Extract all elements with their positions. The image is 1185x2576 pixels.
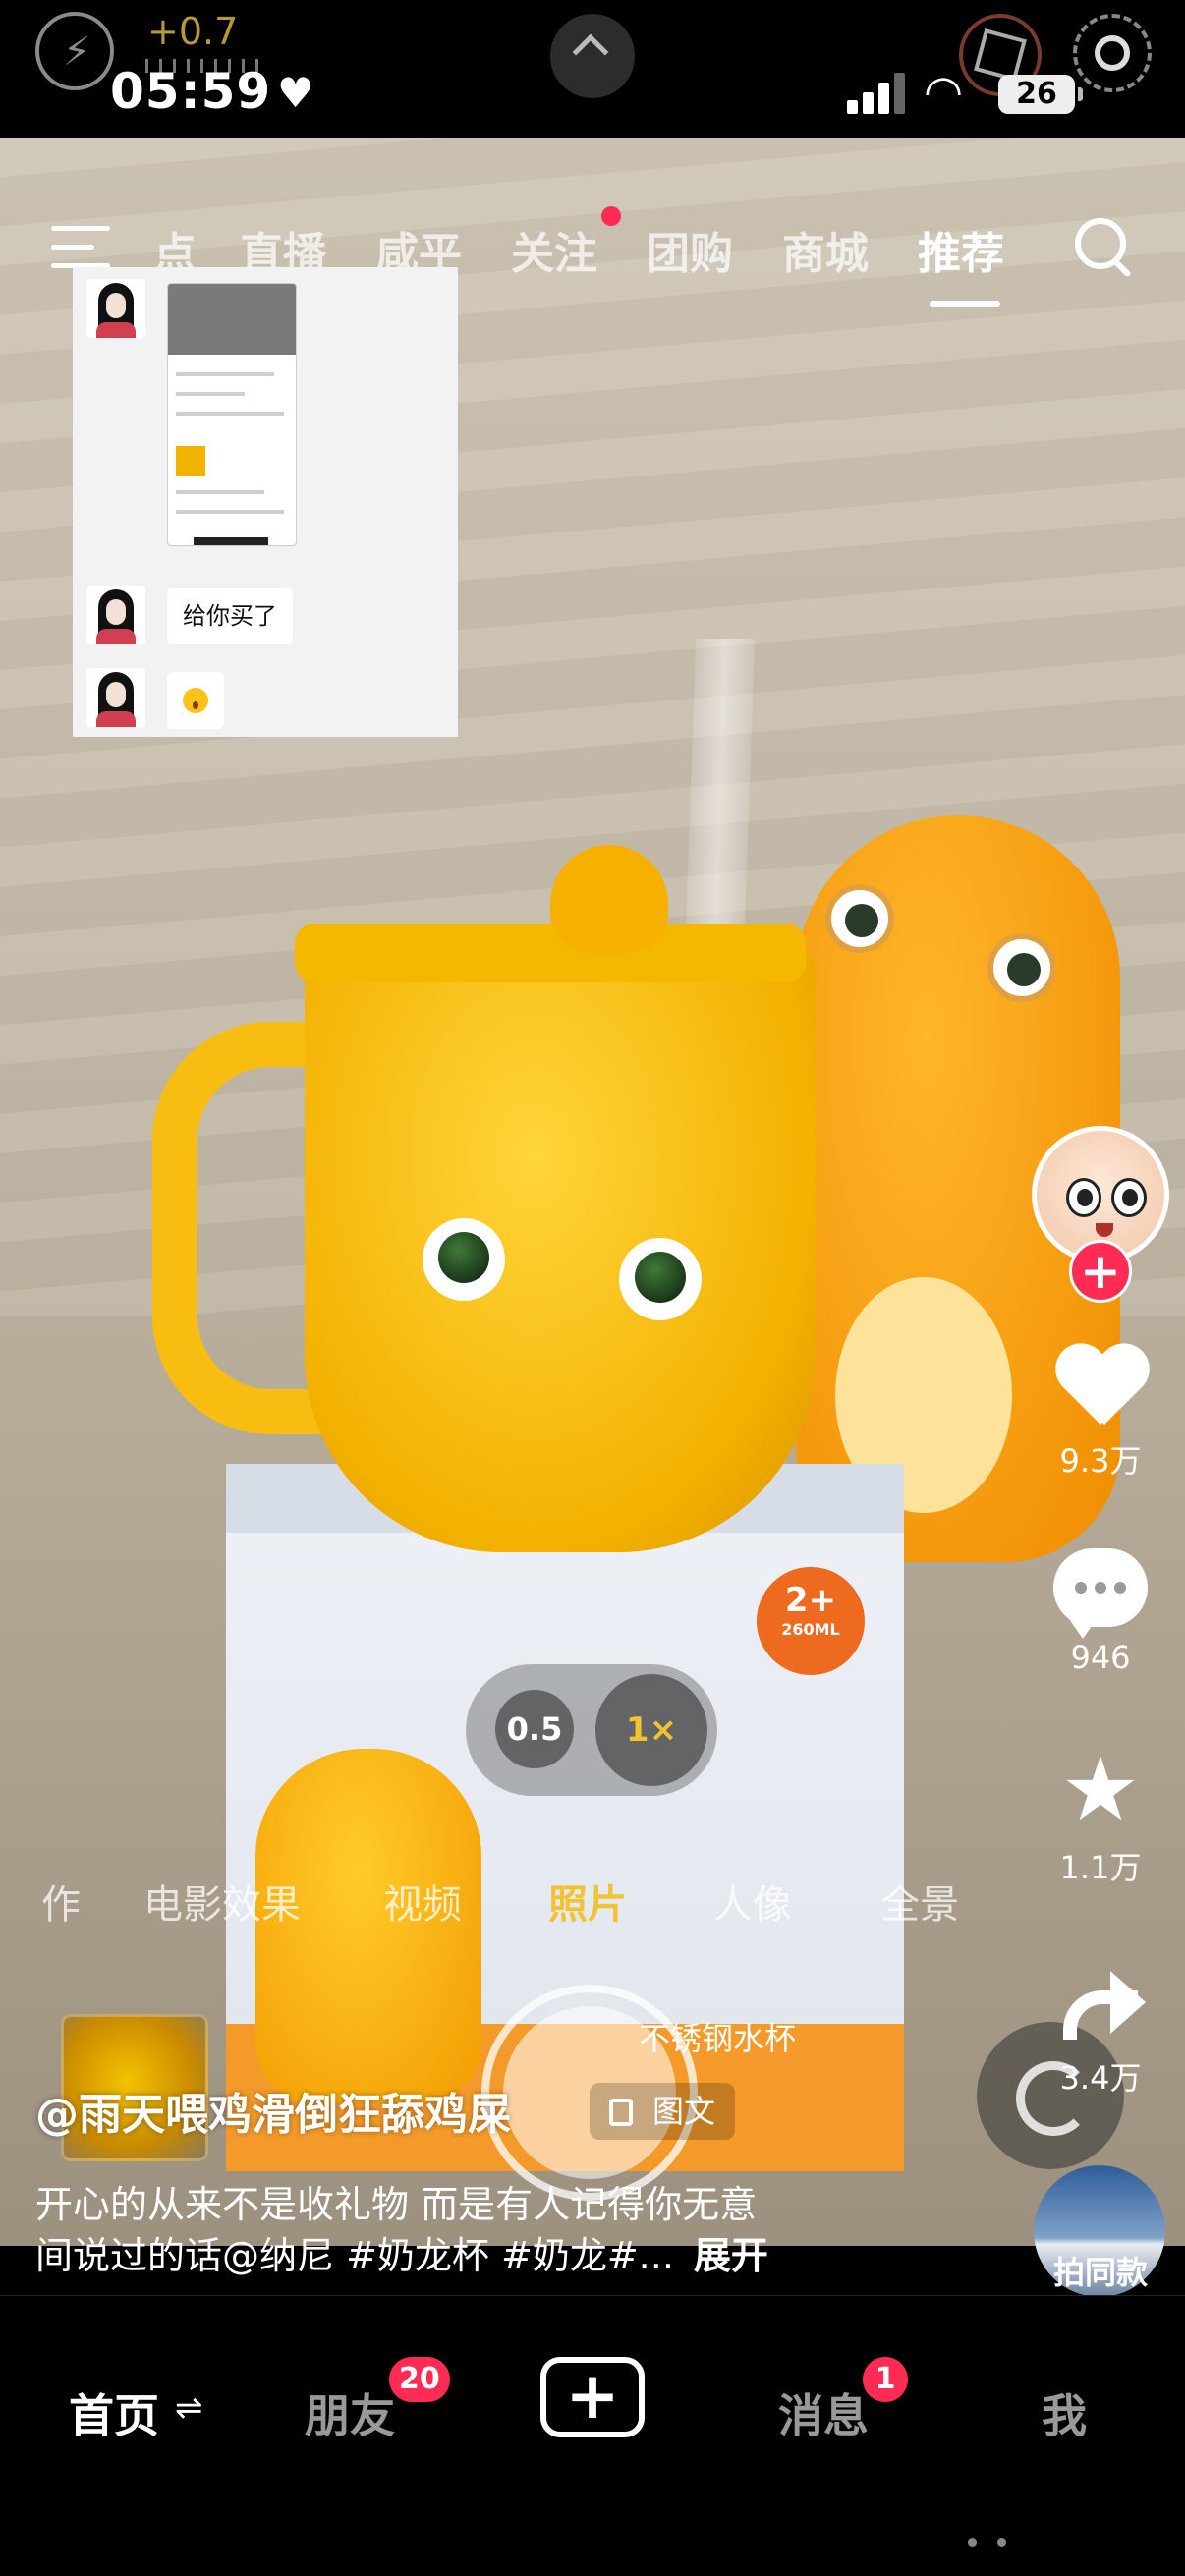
mode-portrait[interactable]: 人像 — [713, 1873, 792, 1930]
target-icon[interactable] — [1073, 14, 1152, 92]
nav-me[interactable]: 我 — [1042, 2380, 1087, 2445]
age-badge-main: 2+ — [784, 1581, 837, 1620]
heart-icon: ♥ — [277, 69, 314, 117]
mode-cinematic[interactable]: 电影效果 — [143, 1873, 301, 1930]
favorite-count: 1.1万 — [1059, 1849, 1142, 1886]
zoom-0.5-button[interactable]: 0.5 — [495, 1690, 574, 1768]
avatar — [86, 279, 145, 338]
nav-home[interactable]: 首页 — [69, 2380, 159, 2445]
surprised-emoji-icon — [183, 688, 208, 713]
avatar — [86, 668, 145, 727]
post-type-label: 图文 — [652, 2093, 716, 2130]
mode-photo[interactable]: 照片 — [548, 1873, 627, 1930]
author-name[interactable]: @雨天喂鸡滑倒狂舔鸡屎 — [35, 2079, 511, 2142]
dino-eye — [988, 933, 1056, 1002]
comment-action[interactable]: 946 — [1042, 1540, 1159, 1676]
menu-icon[interactable] — [51, 226, 110, 269]
refresh-swap-icon[interactable]: ⇌ — [175, 2388, 203, 2428]
same-style-label[interactable]: 拍同款 — [1022, 2248, 1179, 2293]
pager-dots — [968, 2538, 1007, 2548]
follow-button[interactable]: + — [1069, 1240, 1132, 1303]
status-bar: ⚡ +0.7 05:59 ♥ ◠ 26 — [0, 0, 1185, 138]
friends-badge: 20 — [389, 2357, 450, 2402]
wifi-icon: ◠ — [924, 65, 964, 118]
mode-pano[interactable]: 全景 — [880, 1873, 959, 1930]
mug-eye — [619, 1238, 702, 1320]
image-text-icon — [609, 2099, 633, 2126]
flash-off-icon[interactable]: ⚡ — [35, 12, 114, 90]
heart-icon — [1053, 1338, 1148, 1432]
age-badge-sub: 260ML — [781, 1620, 840, 1639]
mode-video[interactable]: 视频 — [383, 1873, 462, 1930]
desc-line-2: 间说过的话@纳尼 #奶龙杯 #奶龙#... — [35, 2234, 674, 2277]
like-action[interactable]: 9.3万 — [1042, 1338, 1159, 1482]
age-badge: 2+ 260ML — [757, 1567, 865, 1675]
chat-bubble: 给你买了 — [167, 588, 293, 644]
new-content-dot — [601, 206, 621, 226]
share-icon — [1053, 1965, 1148, 2044]
emoji-bubble — [167, 672, 224, 729]
post-type-badge: 图文 — [590, 2083, 736, 2140]
mug-eye — [423, 1218, 505, 1301]
post-description[interactable]: 开心的从来不是收礼物 而是有人记得你无意 间说过的话@纳尼 #奶龙杯 #奶龙#.… — [35, 2179, 920, 2281]
like-count: 9.3万 — [1059, 1442, 1142, 1480]
share-action[interactable]: 3.4万 — [1042, 1955, 1159, 2099]
create-post-button[interactable]: + — [540, 2357, 645, 2437]
tab-group-buy[interactable]: 团购 — [647, 218, 733, 281]
expand-link[interactable]: 展开 — [694, 2234, 768, 2277]
mug-lid — [295, 924, 806, 982]
comment-icon — [1053, 1548, 1148, 1639]
nav-messages[interactable]: 消息 — [778, 2380, 869, 2445]
battery-icon: 26 — [998, 75, 1083, 114]
comment-count: 946 — [1070, 1639, 1131, 1676]
active-tab-underline — [930, 301, 1000, 307]
favorite-action[interactable]: ★ 1.1万 — [1042, 1741, 1159, 1888]
star-icon: ★ — [1060, 1738, 1141, 1841]
mini-dino-topper — [550, 845, 668, 953]
zoom-1x-button[interactable]: 1× — [595, 1674, 707, 1786]
exposure-value: +0.7 — [147, 10, 239, 53]
bottom-nav: 首页 ⇌ 朋友 20 + 消息 1 我 — [0, 2295, 1185, 2576]
tab-recommend[interactable]: 推荐 — [918, 218, 1004, 281]
camera-mode-strip: 作 电影效果 视频 照片 人像 全景 — [0, 1873, 1185, 1932]
tab-following[interactable]: 关注 — [511, 218, 597, 281]
signal-icon — [847, 71, 906, 114]
tab-mall[interactable]: 商城 — [782, 218, 869, 281]
chevron-up-icon[interactable] — [550, 14, 635, 98]
chat-screenshot: 给你买了 — [73, 267, 458, 737]
desc-line-1: 开心的从来不是收礼物 而是有人记得你无意 — [35, 2183, 758, 2226]
search-icon[interactable] — [1075, 218, 1132, 275]
share-count: 3.4万 — [1059, 2059, 1142, 2097]
mode-partial[interactable]: 作 — [41, 1873, 81, 1930]
nav-friends[interactable]: 朋友 — [305, 2380, 395, 2445]
messages-badge: 1 — [863, 2357, 908, 2402]
dino-eye — [825, 884, 894, 953]
clock-time: 05:59 — [110, 63, 272, 120]
avatar — [86, 586, 145, 644]
shared-image-message — [167, 283, 297, 546]
dino-mug — [305, 943, 816, 1552]
